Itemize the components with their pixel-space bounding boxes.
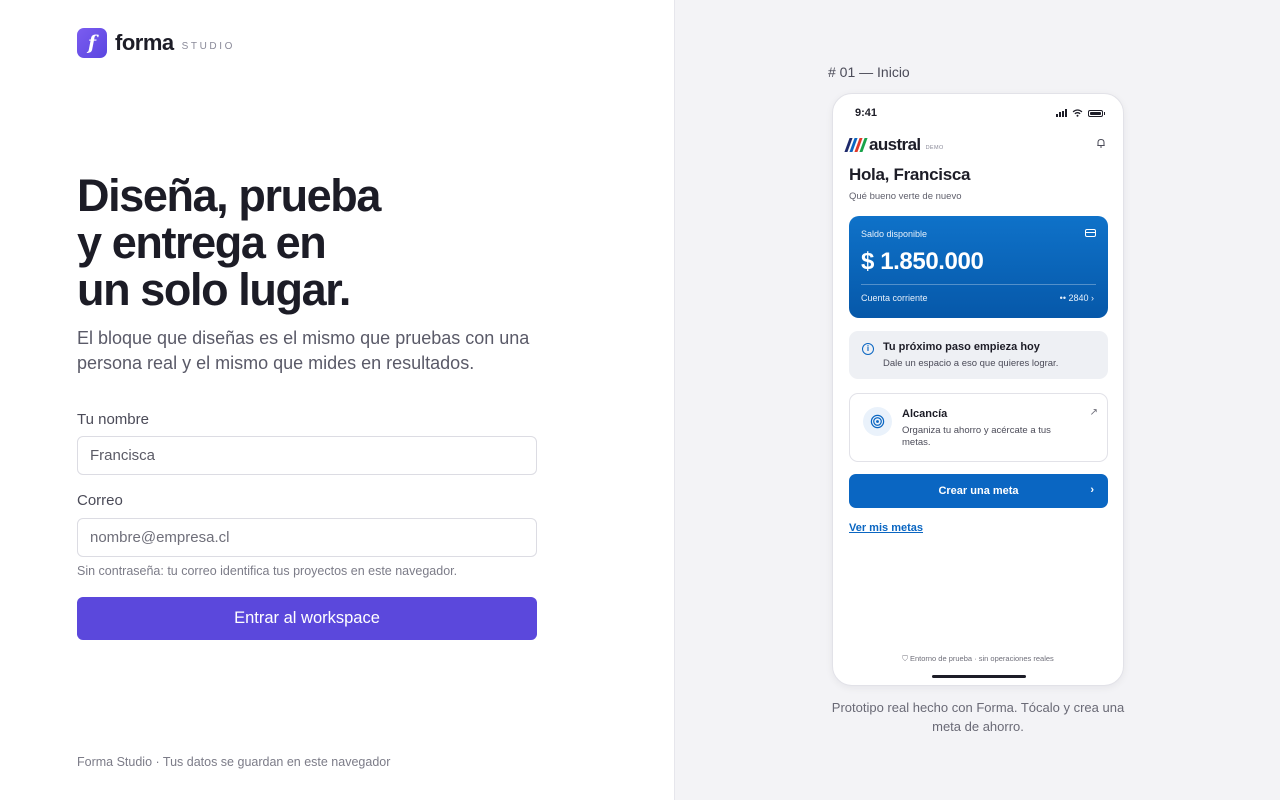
enter-workspace-button[interactable]: Entrar al workspace xyxy=(77,597,537,640)
preview-panel: # 01 — Inicio 9:41 austral DEMO Hola, Fr… xyxy=(674,0,1280,800)
email-input[interactable] xyxy=(77,518,537,557)
battery-icon xyxy=(1088,109,1105,117)
target-icon xyxy=(863,407,892,436)
status-time: 9:41 xyxy=(855,107,878,119)
wifi-icon xyxy=(1072,109,1083,117)
card-icon xyxy=(1085,229,1096,237)
greeting-subtitle: Qué bueno verte de nuevo xyxy=(849,191,962,202)
banner-subtitle: Dale un espacio a eso que quieres lograr… xyxy=(883,358,1059,369)
balance-amount: $ 1.850.000 xyxy=(861,248,984,275)
brand-tagline: STUDIO xyxy=(181,40,236,52)
bell-icon[interactable] xyxy=(1095,137,1107,149)
footer-note: Forma Studio · Tus datos se guardan en e… xyxy=(77,755,391,769)
austral-brand: austral DEMO xyxy=(844,135,944,155)
arrow-up-right-icon: ↗ xyxy=(1089,407,1098,418)
austral-logo-icon xyxy=(844,138,868,152)
view-goals-link[interactable]: Ver mis metas xyxy=(849,522,923,534)
home-indicator xyxy=(932,675,1026,678)
brand-name: forma xyxy=(115,30,174,55)
preview-caption: Prototipo real hecho con Forma. Tócalo y… xyxy=(831,700,1125,734)
savings-title: Alcancía xyxy=(902,408,948,420)
account-type: Cuenta corriente xyxy=(861,293,928,303)
headline-line: y entrega en xyxy=(77,217,327,268)
balance-label: Saldo disponible xyxy=(861,229,928,239)
savings-card[interactable]: Alcancía Organiza tu ahorro y acércate a… xyxy=(849,393,1108,462)
info-icon: i xyxy=(862,343,874,355)
balance-card[interactable]: Saldo disponible $ 1.850.000 Cuenta corr… xyxy=(849,216,1108,318)
next-step-banner: i Tu próximo paso empieza hoy Dale un es… xyxy=(849,331,1108,379)
account-number[interactable]: •• 2840 › xyxy=(1060,293,1094,303)
greeting: Hola, Francisca xyxy=(849,165,971,184)
austral-name: austral xyxy=(869,135,921,154)
name-label: Tu nombre xyxy=(77,411,149,428)
email-label: Correo xyxy=(77,492,123,509)
headline-line: un solo lugar. xyxy=(77,264,351,315)
headline: Diseña, prueba y entrega en un solo luga… xyxy=(77,172,597,313)
signal-icon xyxy=(1056,109,1067,117)
create-goal-button[interactable]: Crear una meta › xyxy=(849,474,1108,508)
divider xyxy=(861,284,1096,285)
status-icons xyxy=(1056,109,1105,117)
hero-subtitle: El bloque que diseñas es el mismo que pr… xyxy=(77,328,530,373)
chevron-right-icon: › xyxy=(1090,484,1094,496)
forma-logo-icon: f xyxy=(77,28,107,58)
demo-badge: DEMO xyxy=(925,144,944,151)
environment-note: ⛉ Entorno de prueba · sin operaciones re… xyxy=(833,654,1123,664)
name-input[interactable] xyxy=(77,436,537,475)
create-goal-label: Crear una meta xyxy=(938,485,1019,497)
brand: f forma STUDIO xyxy=(77,28,235,58)
shield-icon: ⛉ xyxy=(902,654,910,663)
environment-note-text: Entorno de prueba · sin operaciones real… xyxy=(909,654,1054,663)
auth-panel: f forma STUDIO Diseña, prueba y entrega … xyxy=(0,0,674,800)
phone-prototype[interactable]: 9:41 austral DEMO Hola, Francisca Qué bu… xyxy=(832,93,1124,686)
headline-line: Diseña, prueba xyxy=(77,170,381,221)
savings-subtitle: Organiza tu ahorro y acércate a tus meta… xyxy=(902,425,1051,448)
banner-title: Tu próximo paso empieza hoy xyxy=(883,341,1040,353)
screen-label: # 01 — Inicio xyxy=(828,64,910,80)
password-hint: Sin contraseña: tu correo identifica tus… xyxy=(77,564,458,578)
